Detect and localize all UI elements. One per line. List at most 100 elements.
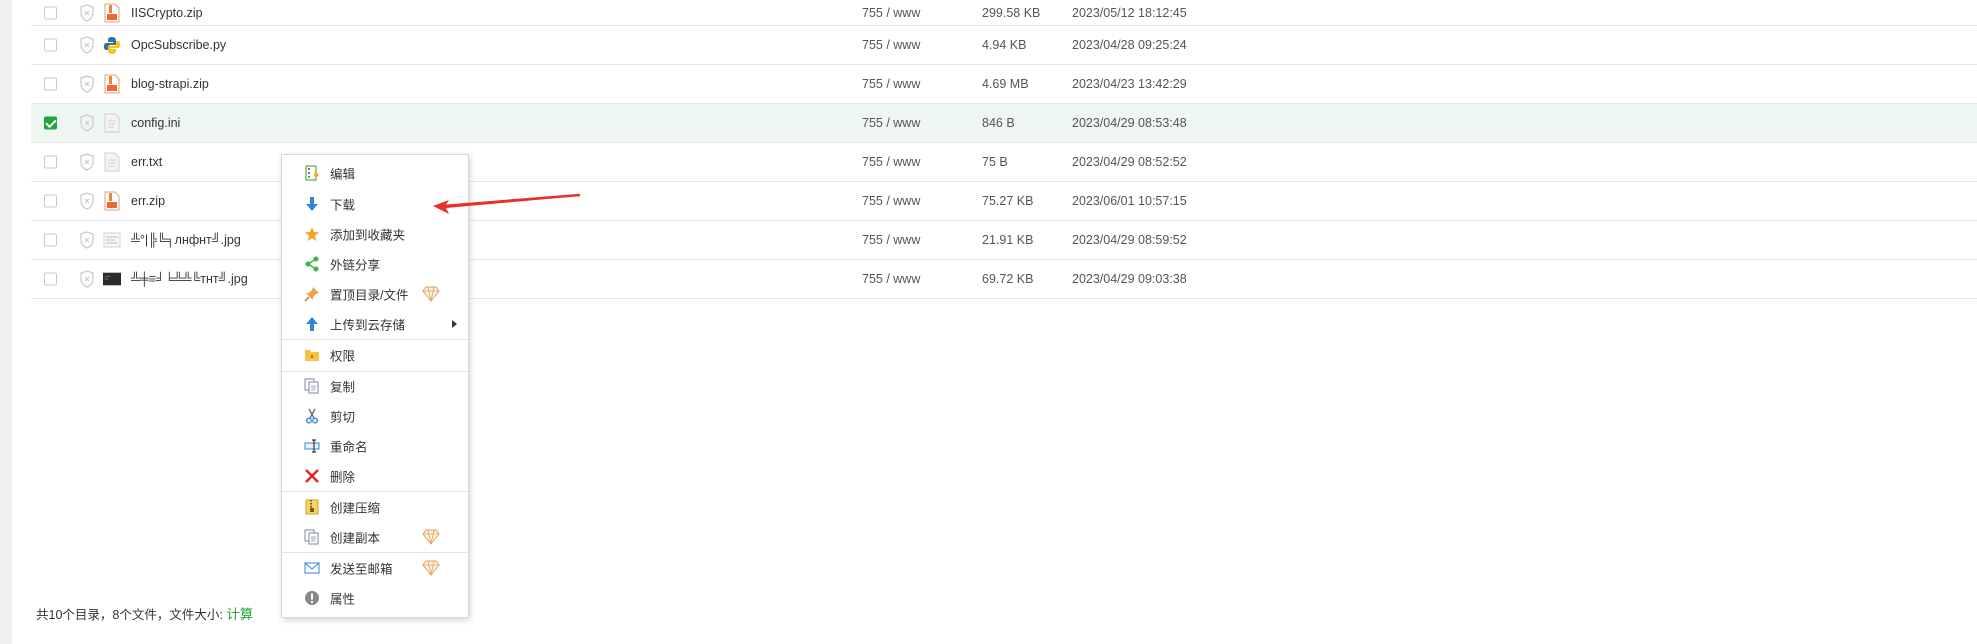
shield-icon[interactable] <box>79 153 95 171</box>
file-name[interactable]: err.txt <box>131 155 162 169</box>
row-checkbox[interactable] <box>44 155 57 169</box>
shield-icon[interactable] <box>79 270 95 288</box>
menu-label: 创建副本 <box>330 531 381 546</box>
file-date: 2023/04/29 08:52:52 <box>1072 155 1187 169</box>
row-checkbox[interactable] <box>44 6 57 19</box>
file-date: 2023/04/29 08:53:48 <box>1072 116 1187 130</box>
file-permission[interactable]: 755 / www <box>862 194 920 208</box>
shield-icon[interactable] <box>79 231 95 249</box>
premium-gem-icon <box>422 560 440 576</box>
file-row[interactable]: blog-strapi.zip 755 / www 4.69 MB 2023/0… <box>31 65 1977 104</box>
file-date: 2023/04/29 09:03:38 <box>1072 272 1187 286</box>
image-thumbnail-dark-icon <box>103 272 121 286</box>
menu-item-upload-cloud[interactable]: 上传到云存储 <box>282 310 468 338</box>
shield-icon[interactable] <box>79 114 95 132</box>
rename-icon <box>304 439 320 453</box>
file-summary: 共10个目录，8个文件，文件大小: 计算 <box>36 603 253 623</box>
calculate-size-link[interactable]: 计算 <box>226 607 253 622</box>
pin-icon <box>304 287 319 302</box>
menu-item-properties[interactable]: 属性 <box>282 584 468 612</box>
folder-key-icon <box>305 350 319 361</box>
shield-icon[interactable] <box>79 75 95 93</box>
file-name[interactable]: ╩╪≡╛╘╩╩╚тнт╝.jpg <box>131 272 248 286</box>
menu-item-cut[interactable]: 剪切 <box>282 402 468 430</box>
text-file-icon <box>104 152 120 172</box>
menu-item-share[interactable]: 外链分享 <box>282 250 468 278</box>
menu-item-permission[interactable]: 权限 <box>282 341 468 369</box>
text-file-icon <box>104 113 120 133</box>
left-panel-edge <box>0 0 12 644</box>
file-row-selected[interactable]: config.ini 755 / www 846 B 2023/04/29 08… <box>31 104 1977 143</box>
file-date: 2023/06/01 10:57:15 <box>1072 194 1187 208</box>
menu-item-delete[interactable]: 删除 <box>282 462 468 490</box>
menu-item-rename[interactable]: 重命名 <box>282 432 468 460</box>
file-date: 2023/05/12 18:12:45 <box>1072 5 1187 20</box>
file-date: 2023/04/28 09:25:24 <box>1072 38 1187 52</box>
file-permission[interactable]: 755 / www <box>862 38 920 52</box>
scissors-icon <box>306 408 318 424</box>
image-thumbnail-icon <box>103 232 121 248</box>
menu-item-compress[interactable]: 创建压缩 <box>282 493 468 521</box>
menu-label: 上传到云存储 <box>330 318 406 333</box>
file-name[interactable]: OpcSubscribe.py <box>131 38 226 52</box>
file-name[interactable]: err.zip <box>131 194 165 208</box>
zip-file-icon <box>104 74 120 94</box>
share-icon <box>305 256 319 272</box>
shield-icon[interactable] <box>79 192 95 210</box>
shield-icon[interactable] <box>79 36 95 54</box>
menu-label: 删除 <box>330 470 356 485</box>
file-permission[interactable]: 755 / www <box>862 6 920 20</box>
mail-icon <box>304 562 320 574</box>
shield-icon[interactable] <box>79 3 95 22</box>
row-checkbox[interactable] <box>44 38 57 52</box>
file-name[interactable]: config.ini <box>131 116 180 130</box>
file-date: 2023/04/29 08:59:52 <box>1072 233 1187 247</box>
file-permission[interactable]: 755 / www <box>862 155 920 169</box>
menu-item-favorite[interactable]: 添加到收藏夹 <box>282 220 468 248</box>
row-checkbox[interactable] <box>44 233 57 247</box>
context-menu: 编辑 下载 添加到收藏夹 外链分享 置顶目录/文件 上传到云存储 权限 复制 剪… <box>281 154 469 618</box>
copy-icon <box>304 378 319 394</box>
file-permission[interactable]: 755 / www <box>862 272 920 286</box>
file-permission[interactable]: 755 / www <box>862 233 920 247</box>
menu-item-copy[interactable]: 复制 <box>282 372 468 400</box>
file-name[interactable]: IISCrypto.zip <box>131 6 203 20</box>
summary-text: 共10个目录，8个文件，文件大小: <box>36 608 227 622</box>
edit-icon <box>305 165 319 181</box>
row-checkbox[interactable] <box>44 116 57 130</box>
delete-icon <box>305 469 319 483</box>
file-permission[interactable]: 755 / www <box>862 116 920 130</box>
star-icon <box>305 227 319 241</box>
menu-label: 下载 <box>330 198 356 213</box>
file-size: 4.69 MB <box>982 77 1029 91</box>
premium-gem-icon <box>422 286 440 302</box>
zip-file-icon <box>104 191 120 211</box>
file-size: 21.91 KB <box>982 233 1034 247</box>
premium-gem-icon <box>422 529 440 545</box>
duplicate-icon <box>304 529 319 545</box>
file-name[interactable]: blog-strapi.zip <box>131 77 209 91</box>
file-size: 75.27 KB <box>982 194 1034 208</box>
row-checkbox[interactable] <box>44 194 57 208</box>
menu-label: 外链分享 <box>330 258 381 273</box>
zip-file-icon <box>104 3 120 22</box>
menu-item-duplicate[interactable]: 创建副本 <box>282 523 468 551</box>
menu-label: 剪切 <box>330 410 356 425</box>
row-checkbox[interactable] <box>44 272 57 286</box>
menu-label: 发送至邮箱 <box>330 562 393 577</box>
row-checkbox[interactable] <box>44 77 57 91</box>
menu-item-pin[interactable]: 置顶目录/文件 <box>282 280 468 308</box>
file-size: 846 B <box>982 116 1015 130</box>
menu-item-email[interactable]: 发送至邮箱 <box>282 554 468 582</box>
file-row[interactable]: OpcSubscribe.py 755 / www 4.94 KB 2023/0… <box>31 26 1977 65</box>
file-name[interactable]: ╩°|╠╚╕лнфнт╝.jpg <box>131 233 241 247</box>
archive-icon <box>305 499 319 515</box>
file-permission[interactable]: 755 / www <box>862 77 920 91</box>
submenu-arrow-icon <box>452 320 457 328</box>
python-file-icon <box>104 37 120 54</box>
menu-separator <box>282 552 468 553</box>
menu-separator <box>282 491 468 492</box>
menu-item-edit[interactable]: 编辑 <box>282 159 468 187</box>
menu-label: 权限 <box>330 349 356 364</box>
file-row[interactable]: IISCrypto.zip 755 / www 299.58 KB 2023/0… <box>31 0 1977 26</box>
